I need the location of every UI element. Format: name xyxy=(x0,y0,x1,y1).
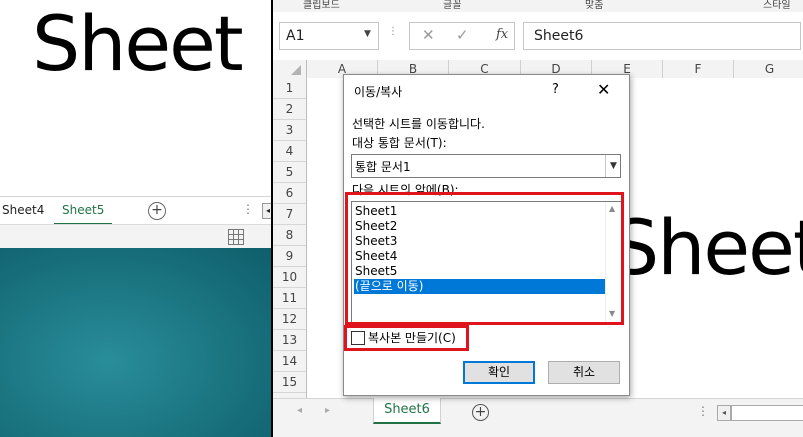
highlight-box-sheet-list xyxy=(345,192,624,325)
left-scroll-left-icon[interactable]: ◂ xyxy=(262,203,271,219)
target-workbook-value: 통합 문서1 xyxy=(355,160,411,174)
horizontal-scrollbar[interactable] xyxy=(731,405,803,421)
target-workbook-select[interactable]: 통합 문서1 ▼ xyxy=(351,154,621,178)
formula-buttons: ✕ ✓ fx xyxy=(409,22,515,50)
normal-view-icon[interactable] xyxy=(228,229,244,245)
left-add-sheet-icon[interactable]: + xyxy=(148,202,166,220)
row-header-2[interactable]: 2 xyxy=(273,99,306,120)
left-tab-split-handle[interactable]: ⋮ xyxy=(242,202,254,216)
ribbon-group-clipboard: 클립보드 xyxy=(303,0,340,11)
dialog-title: 이동/복사 xyxy=(354,85,403,99)
tab-sheet6[interactable]: Sheet6 xyxy=(373,398,441,424)
column-header-f[interactable]: F xyxy=(663,60,734,78)
select-all-corner[interactable] xyxy=(273,60,307,79)
add-sheet-icon[interactable]: + xyxy=(472,404,489,421)
cancel-entry-icon[interactable]: ✕ xyxy=(422,26,435,44)
formula-input[interactable]: Sheet6 xyxy=(523,22,801,50)
dialog-instruction: 선택한 시트를 이동합니다. xyxy=(352,117,485,131)
row-header-8[interactable]: 8 xyxy=(273,225,306,246)
row-header-5[interactable]: 5 xyxy=(273,162,306,183)
insert-function-icon[interactable]: fx xyxy=(496,27,508,42)
left-tab-sheet4[interactable]: Sheet4 xyxy=(0,197,52,223)
row-headers: 1 2 3 4 5 6 7 8 9 10 11 12 13 14 15 xyxy=(273,78,307,398)
row-header-6[interactable]: 6 xyxy=(273,183,306,204)
background-excel-window: Sheet Sheet4 Sheet5 + ⋮ ◂ xyxy=(0,0,271,437)
row-header-13[interactable]: 13 xyxy=(273,330,306,351)
confirm-entry-icon[interactable]: ✓ xyxy=(456,26,469,44)
help-icon[interactable]: ? xyxy=(552,82,559,97)
ribbon-group-styles: 스타일 xyxy=(763,0,791,11)
sheet-large-text: Sheet6 xyxy=(611,203,803,292)
column-header-g[interactable]: G xyxy=(734,60,803,78)
left-tab-sheet5[interactable]: Sheet5 xyxy=(54,197,113,225)
ribbon-group-font: 글꼴 xyxy=(443,0,462,11)
status-bar xyxy=(273,424,803,437)
row-header-3[interactable]: 3 xyxy=(273,120,306,141)
row-header-10[interactable]: 10 xyxy=(273,267,306,288)
hscroll-left-icon[interactable]: ◂ xyxy=(717,405,731,421)
row-header-9[interactable]: 9 xyxy=(273,246,306,267)
ribbon-group-alignment: 맞춤 xyxy=(585,0,604,11)
left-status-bar xyxy=(0,224,271,249)
row-header-11[interactable]: 11 xyxy=(273,288,306,309)
desktop-background xyxy=(0,248,271,437)
row-header-1[interactable]: 1 xyxy=(273,78,306,99)
tab-scroll-left-icon[interactable]: ◂ xyxy=(297,405,302,416)
chevron-down-icon[interactable]: ▼ xyxy=(364,29,371,39)
sheet-tab-bar: ◂ ▸ Sheet6 + ⋮ ◂ xyxy=(273,398,803,425)
row-header-15[interactable]: 15 xyxy=(273,372,306,393)
close-icon[interactable]: ✕ xyxy=(597,80,610,99)
left-sheet-large-text: Sheet xyxy=(32,0,244,88)
row-header-7[interactable]: 7 xyxy=(273,204,306,225)
target-workbook-label: 대상 통합 문서(T): xyxy=(352,136,447,150)
name-box[interactable]: A1 ▼ xyxy=(279,22,379,50)
ok-button[interactable]: 확인 xyxy=(463,361,535,384)
left-sheet-tab-bar: Sheet4 Sheet5 + ⋮ ◂ xyxy=(0,196,271,225)
row-header-4[interactable]: 4 xyxy=(273,141,306,162)
highlight-box-make-copy xyxy=(344,325,469,351)
formula-bar: A1 ▼ ⋮ ✕ ✓ fx Sheet6 xyxy=(273,12,803,61)
name-box-value: A1 xyxy=(286,28,305,44)
formula-bar-resize-handle[interactable]: ⋮ xyxy=(388,26,398,37)
select-all-triangle-icon xyxy=(291,65,301,75)
row-header-12[interactable]: 12 xyxy=(273,309,306,330)
tab-scroll-right-icon[interactable]: ▸ xyxy=(325,405,330,416)
tab-split-handle[interactable]: ⋮ xyxy=(697,404,709,418)
row-header-14[interactable]: 14 xyxy=(273,351,306,372)
cancel-button[interactable]: 취소 xyxy=(548,361,620,384)
chevron-down-icon[interactable]: ▼ xyxy=(605,155,621,177)
formula-value: Sheet6 xyxy=(534,28,584,44)
